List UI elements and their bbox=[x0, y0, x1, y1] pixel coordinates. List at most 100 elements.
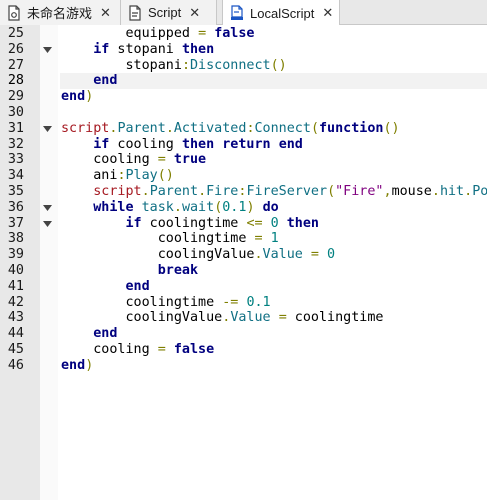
code-token: 0.1 bbox=[222, 199, 247, 215]
code-line[interactable]: 43 coolingValue.Value = coolingtime bbox=[0, 310, 487, 326]
code-token: task bbox=[141, 199, 174, 215]
code-line[interactable]: 36 while task.wait(0.1) do bbox=[0, 200, 487, 216]
code-line[interactable]: 44 end bbox=[0, 326, 487, 342]
local-script-icon bbox=[231, 5, 243, 20]
code-line[interactable]: 30 bbox=[0, 105, 487, 121]
line-number: 38 bbox=[7, 231, 24, 247]
code-token: 0 bbox=[327, 247, 336, 263]
code-text: stopani:Disconnect() bbox=[60, 58, 487, 74]
code-token: false bbox=[214, 26, 255, 41]
code-token: Fire bbox=[206, 184, 239, 199]
tab-untitled-game[interactable]: 未命名游戏 ✕ bbox=[0, 0, 121, 25]
code-line[interactable]: 32 if cooling then return end bbox=[0, 137, 487, 153]
code-token: Parent bbox=[149, 184, 199, 199]
code-text: cooling = false bbox=[60, 342, 487, 358]
code-token: 0 bbox=[270, 215, 279, 231]
code-token: Activated bbox=[173, 120, 247, 136]
code-token: Position bbox=[472, 184, 487, 199]
code-token: = bbox=[254, 231, 263, 247]
code-line[interactable]: 39 coolingValue.Value = 0 bbox=[0, 247, 487, 263]
code-token: coolingValue bbox=[61, 247, 255, 263]
code-line[interactable]: 45 cooling = false bbox=[0, 342, 487, 358]
line-number: 34 bbox=[7, 168, 24, 184]
code-token: "Fire" bbox=[335, 184, 384, 199]
tab-script[interactable]: Script ✕ bbox=[121, 0, 217, 25]
code-token: Value bbox=[262, 247, 303, 263]
code-token: () bbox=[270, 57, 287, 73]
fold-toggle-icon[interactable] bbox=[42, 200, 52, 216]
line-number: 31 bbox=[7, 120, 24, 136]
tab-label: LocalScript bbox=[250, 5, 315, 21]
line-number: 27 bbox=[7, 57, 24, 73]
fold-toggle-icon[interactable] bbox=[42, 42, 52, 58]
code-token: . bbox=[173, 199, 182, 215]
close-icon[interactable]: ✕ bbox=[100, 5, 111, 21]
code-line[interactable]: 38 coolingtime = 1 bbox=[0, 231, 487, 247]
code-line[interactable]: 29 end) bbox=[0, 89, 487, 105]
code-token: then bbox=[181, 136, 215, 152]
code-line[interactable]: 33 cooling = true bbox=[0, 152, 487, 168]
code-token: coolingtime bbox=[141, 215, 247, 231]
code-line[interactable]: 37 if coolingtime <= 0 then bbox=[0, 216, 487, 232]
fold-toggle-icon[interactable] bbox=[42, 216, 52, 232]
code-token: if bbox=[93, 41, 110, 57]
code-token: ani bbox=[61, 168, 118, 184]
code-line[interactable]: 41 end bbox=[0, 279, 487, 295]
code-token: end bbox=[61, 89, 86, 105]
close-icon[interactable]: ✕ bbox=[322, 5, 333, 21]
line-number: 44 bbox=[7, 326, 24, 342]
code-token: ) bbox=[85, 89, 94, 105]
line-number: 40 bbox=[7, 263, 24, 278]
code-token: script bbox=[93, 184, 142, 199]
code-token: coolingValue bbox=[61, 310, 223, 326]
close-icon[interactable]: ✕ bbox=[189, 5, 200, 21]
code-token: cooling bbox=[109, 136, 182, 152]
line-number: 32 bbox=[7, 136, 24, 152]
code-token: break bbox=[157, 263, 199, 278]
code-text: end) bbox=[60, 358, 487, 374]
code-text: if coolingtime <= 0 then bbox=[60, 216, 487, 232]
tab-label: Script bbox=[148, 5, 182, 20]
code-line[interactable]: 40 break bbox=[0, 263, 487, 279]
code-text: break bbox=[60, 263, 487, 279]
code-token: = bbox=[278, 310, 287, 326]
code-token: FireServer bbox=[246, 184, 328, 199]
code-token: cooling bbox=[61, 342, 158, 357]
code-line[interactable]: 35 script.Parent.Fire:FireServer("Fire",… bbox=[0, 184, 487, 200]
code-token: coolingtime bbox=[61, 231, 255, 247]
code-line[interactable]: 25 equipped = false bbox=[0, 26, 487, 42]
code-token: equipped bbox=[61, 26, 199, 41]
code-text: coolingtime = 1 bbox=[60, 231, 487, 247]
code-token: mouse bbox=[391, 184, 432, 199]
code-token: ( bbox=[327, 184, 336, 199]
code-line[interactable]: 46 end) bbox=[0, 358, 487, 374]
code-token: . bbox=[198, 184, 207, 199]
code-line[interactable]: 42 coolingtime -= 0.1 bbox=[0, 295, 487, 311]
line-number: 43 bbox=[7, 310, 24, 326]
code-line[interactable]: 34 ani:Play() bbox=[0, 168, 487, 184]
code-token: = bbox=[157, 342, 166, 357]
fold-toggle-icon[interactable] bbox=[42, 121, 52, 137]
code-token: false bbox=[173, 342, 215, 357]
tab-localscript[interactable]: LocalScript ✕ bbox=[222, 0, 340, 26]
code-line[interactable]: 26 if stopani then bbox=[0, 42, 487, 58]
code-line[interactable]: 27 stopani:Disconnect() bbox=[0, 58, 487, 74]
line-number: 45 bbox=[7, 342, 24, 357]
code-token: , bbox=[383, 184, 392, 199]
code-line[interactable]: 31 script.Parent.Activated:Connect(functi… bbox=[0, 121, 487, 137]
code-line[interactable]: 28 end bbox=[0, 73, 487, 90]
code-token: stopani bbox=[109, 41, 182, 57]
code-token: . bbox=[431, 184, 440, 199]
code-token: Connect bbox=[254, 120, 311, 136]
code-token: true bbox=[173, 152, 207, 168]
code-text: coolingValue.Value = 0 bbox=[60, 247, 487, 263]
code-editor[interactable]: 25 equipped = false 26 if stopani then 27 … bbox=[0, 25, 487, 500]
